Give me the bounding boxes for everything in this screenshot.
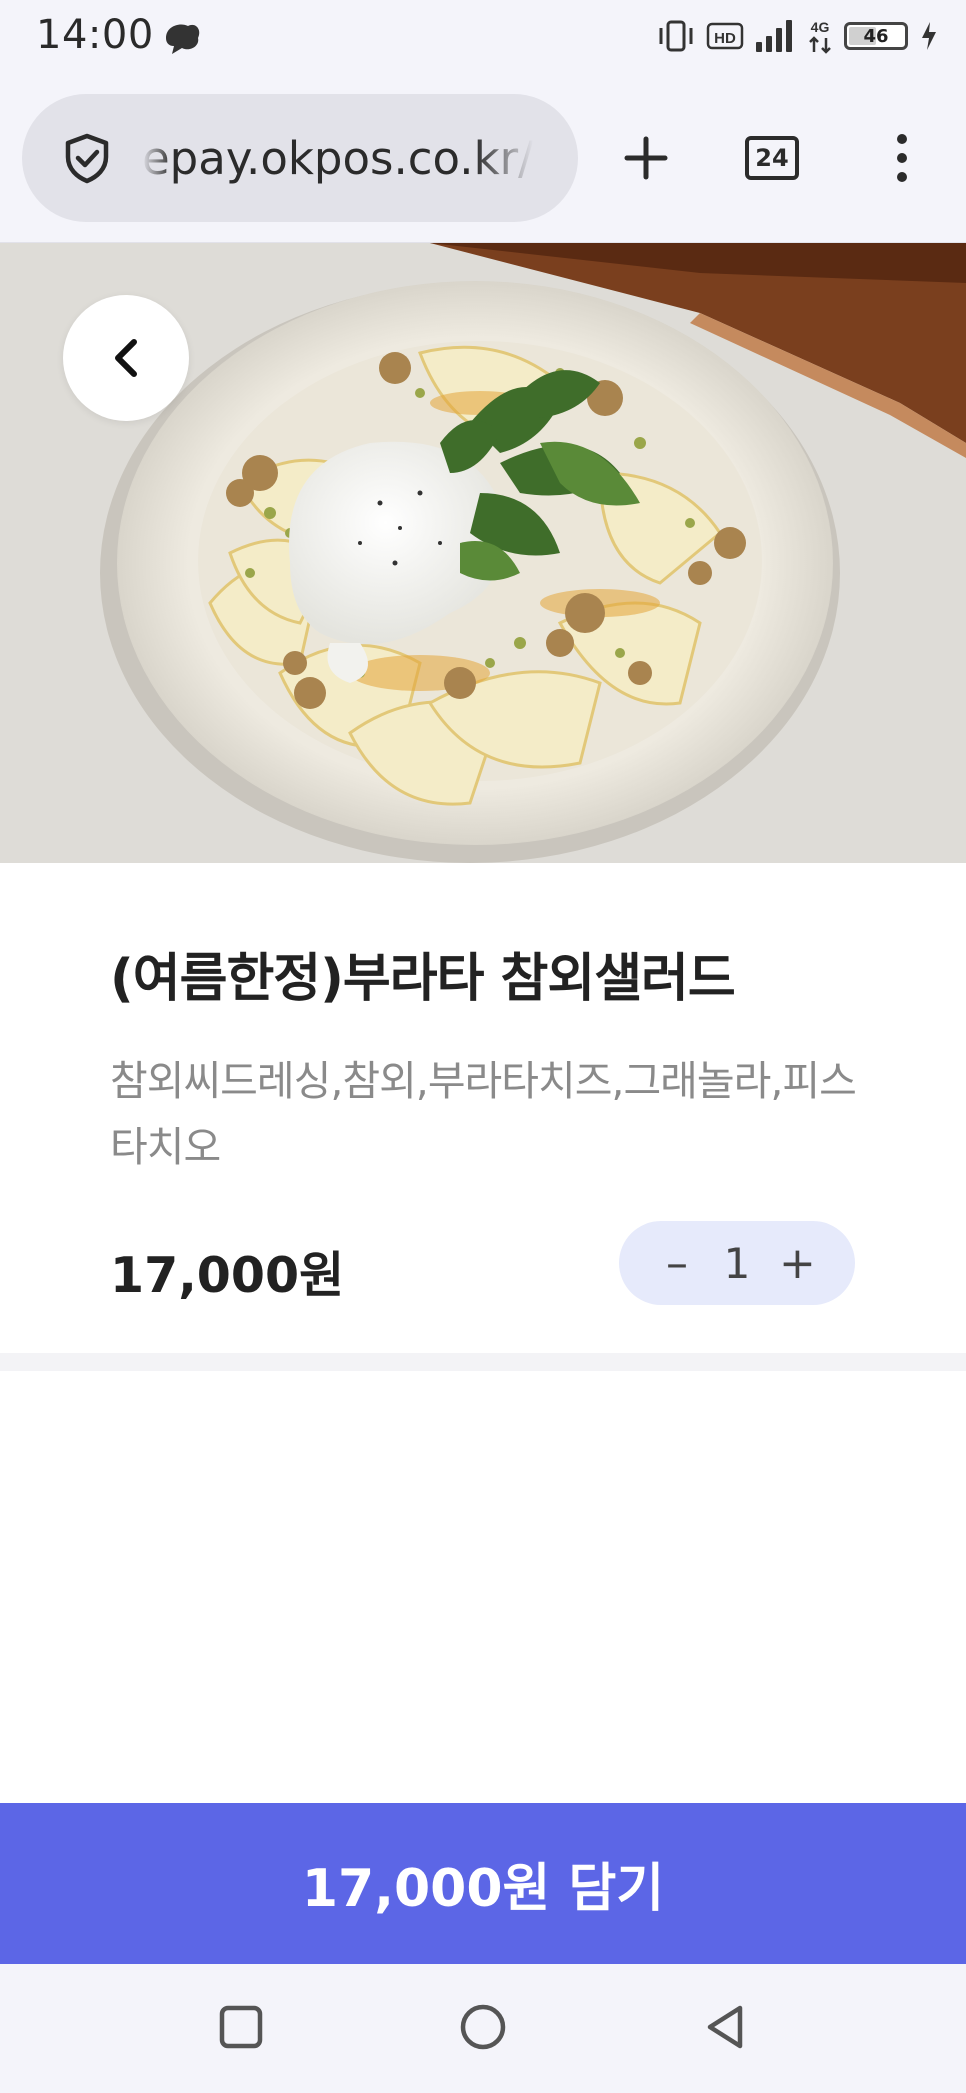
hd-badge-text: HD (714, 30, 736, 47)
thread-icon (166, 24, 200, 54)
item-title: (여름한정)부라타 참외샐러드 (110, 949, 736, 1009)
browser-toolbar: epay.okpos.co.kr/ 24 (0, 74, 966, 243)
vibrate-icon (659, 20, 693, 52)
network-type-text: 4G (811, 19, 830, 35)
product-image (0, 243, 966, 863)
section-divider (0, 1353, 966, 1371)
shield-check-icon (65, 133, 109, 184)
recents-square-icon[interactable] (216, 2002, 266, 2052)
address-bar[interactable]: epay.okpos.co.kr/ (22, 94, 578, 222)
product-info: (여름한정)부라타 참외샐러드 참외씨드레싱,참외,부라타치즈,그래놀라,피스타… (0, 863, 966, 1353)
item-price: 17,000원 (110, 1247, 345, 1304)
new-tab-button[interactable] (606, 118, 686, 198)
chevron-left-icon (115, 339, 137, 377)
battery-level: 46 (863, 25, 889, 47)
decrement-button[interactable]: – (659, 1238, 695, 1289)
charging-icon (922, 22, 936, 50)
status-bar: 14:00 HD 4G 46 (0, 0, 966, 74)
signal-icon (756, 20, 792, 52)
quantity-value: 1 (723, 1238, 751, 1288)
item-description: 참외씨드레싱,참외,부라타치즈,그래놀라,피스타치오 (110, 1057, 857, 1171)
system-nav-bar (0, 1964, 966, 2093)
status-time: 14:00 (36, 12, 154, 58)
tab-switcher-button[interactable]: 24 (732, 118, 812, 198)
back-button[interactable] (63, 295, 189, 421)
increment-button[interactable]: + (779, 1238, 816, 1289)
battery-indicator: 46 (844, 22, 908, 50)
tab-count: 24 (745, 136, 799, 180)
network-type-icon: 4G (809, 19, 831, 54)
status-icons: HD 4G 46 (656, 16, 940, 56)
more-vertical-icon (897, 134, 907, 182)
more-menu-button[interactable] (880, 118, 924, 198)
home-circle-icon[interactable] (458, 2002, 508, 2052)
add-to-cart-button[interactable]: 17,000원 담기 (0, 1803, 966, 1964)
quantity-stepper: – 1 + (619, 1221, 855, 1305)
empty-area (0, 1371, 966, 1803)
plus-icon (624, 136, 668, 180)
hd-badge-icon: HD (706, 22, 744, 50)
url-text: epay.okpos.co.kr/ (142, 131, 534, 185)
back-triangle-icon[interactable] (700, 2002, 750, 2052)
